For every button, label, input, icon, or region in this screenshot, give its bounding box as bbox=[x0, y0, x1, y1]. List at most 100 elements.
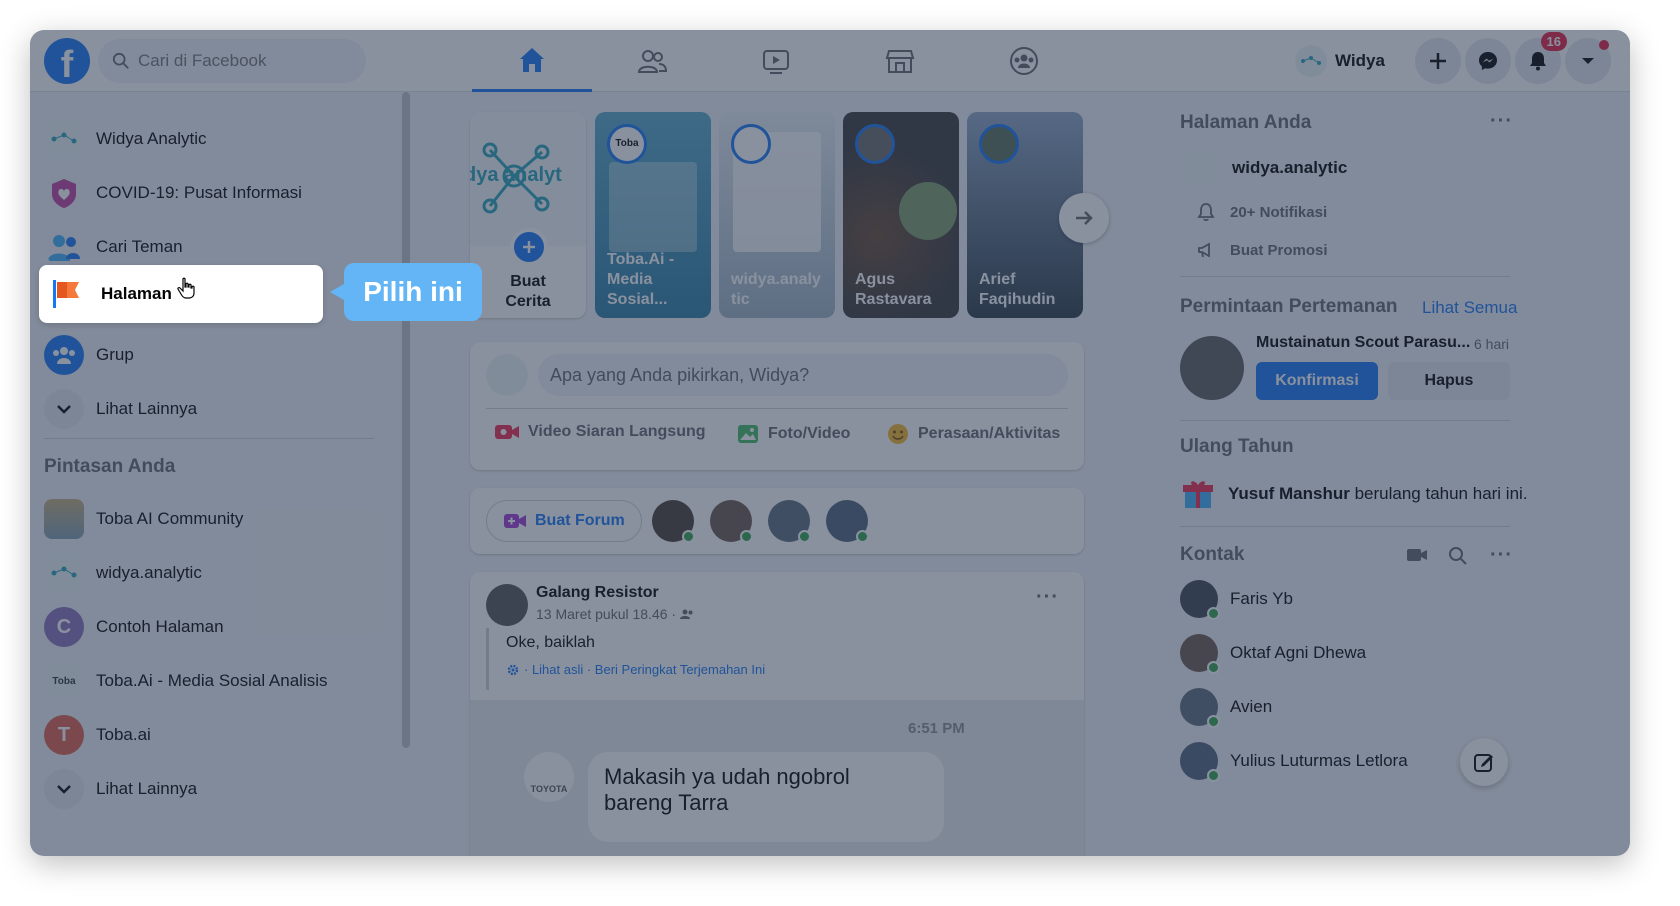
tab-groups[interactable] bbox=[964, 30, 1084, 92]
notifications-button[interactable]: 16 bbox=[1515, 32, 1567, 84]
shortcut-label: Toba.ai bbox=[96, 725, 151, 744]
right-divider bbox=[1180, 526, 1510, 527]
post-author-avatar[interactable] bbox=[486, 584, 528, 626]
story-name: Arief Faqihudin bbox=[979, 270, 1055, 310]
shortcut-item[interactable]: Toba AI Community bbox=[38, 492, 378, 546]
arrow-right-icon bbox=[1076, 211, 1093, 225]
search-box[interactable] bbox=[98, 39, 366, 83]
messenger-button[interactable] bbox=[1465, 38, 1511, 84]
confirm-button[interactable]: Konfirmasi bbox=[1256, 362, 1378, 400]
left-sidebar: Widya Analytic COVID-19: Pusat Informasi… bbox=[30, 92, 390, 856]
delete-button[interactable]: Hapus bbox=[1388, 362, 1510, 400]
contacts-search-button[interactable] bbox=[1448, 546, 1468, 571]
translation-links[interactable]: · Lihat asli · Beri Peringkat Terjemahan… bbox=[524, 662, 765, 677]
post-image[interactable]: 6:51 PM TOYOTA Makasih ya udah ngobrol b… bbox=[470, 700, 1084, 856]
chat-text-line: Makasih ya udah ngobrol bbox=[604, 764, 850, 789]
profile-chip[interactable]: Widya bbox=[1295, 42, 1385, 80]
plus-icon bbox=[523, 241, 535, 253]
video-camera-icon bbox=[1407, 549, 1427, 561]
bell-icon bbox=[1530, 52, 1546, 71]
story-card[interactable]: Agus Rastavara bbox=[843, 112, 959, 318]
sidebar-item-groups[interactable]: Grup bbox=[38, 328, 378, 382]
sidebar-item-covid[interactable]: COVID-19: Pusat Informasi bbox=[38, 166, 378, 220]
post-timestamp[interactable]: 13 Maret pukul 18.46 · bbox=[536, 606, 676, 622]
birthday-item[interactable]: Yusuf Manshur berulang tahun hari ini. bbox=[1180, 476, 1528, 512]
contact-item[interactable]: Faris Yb bbox=[1180, 580, 1293, 620]
facebook-logo[interactable]: f bbox=[44, 38, 90, 84]
post-text: Oke, baiklah bbox=[506, 634, 595, 651]
story-name: Toba.Ai - Media Sosial... bbox=[607, 250, 674, 310]
contact-name: Avien bbox=[1230, 697, 1273, 716]
requester-avatar[interactable] bbox=[1180, 336, 1244, 400]
shortcut-item[interactable]: T Toba.ai bbox=[38, 708, 378, 762]
sidebar-item-pages[interactable]: Halaman bbox=[39, 265, 323, 323]
create-forum-label: Buat Forum bbox=[535, 512, 625, 529]
shortcut-label: Toba.Ai - Media Sosial Analisis bbox=[96, 671, 328, 690]
birthday-name[interactable]: Yusuf Manshur bbox=[1228, 484, 1350, 503]
shortcut-item[interactable]: C Contoh Halaman bbox=[38, 600, 378, 654]
photo-video-button[interactable]: Foto/Video bbox=[736, 422, 850, 446]
sidebar-item-label: Halaman bbox=[101, 284, 172, 303]
composer-divider bbox=[486, 408, 1068, 409]
sidebar-item-profile[interactable]: Widya Analytic bbox=[38, 112, 378, 166]
your-page-item[interactable]: widya.analytic bbox=[1180, 148, 1347, 188]
tab-friends[interactable] bbox=[592, 30, 712, 92]
feeling-activity-button[interactable]: Perasaan/Aktivitas bbox=[886, 422, 1060, 446]
contacts-title: Kontak bbox=[1180, 544, 1245, 565]
account-menu-button[interactable] bbox=[1565, 38, 1611, 84]
post-author[interactable]: Galang Resistor bbox=[536, 584, 659, 602]
watch-icon bbox=[763, 50, 789, 74]
add-story-button[interactable] bbox=[510, 228, 548, 266]
create-story-card[interactable]: dya analyt Buat Cerita bbox=[470, 112, 586, 318]
tab-marketplace[interactable] bbox=[840, 30, 960, 92]
composer-avatar bbox=[486, 354, 528, 396]
gear-icon bbox=[507, 664, 519, 675]
shortcut-item[interactable]: widya.analytic bbox=[38, 546, 378, 600]
composer-input[interactable]: Apa yang Anda pikirkan, Widya? bbox=[538, 354, 1068, 396]
contact-item[interactable]: Yulius Luturmas Letlora bbox=[1180, 742, 1408, 782]
profile-name: Widya bbox=[1335, 51, 1385, 70]
contact-name: Oktaf Agni Dhewa bbox=[1230, 643, 1367, 662]
create-promotion-link[interactable]: Buat Promosi bbox=[1196, 240, 1328, 260]
online-indicator bbox=[682, 530, 695, 543]
tab-home[interactable] bbox=[472, 30, 592, 92]
new-room-button[interactable] bbox=[1406, 546, 1428, 569]
create-forum-button[interactable]: Buat Forum bbox=[486, 500, 642, 542]
friend-requests-title: Permintaan Pertemanan bbox=[1180, 296, 1398, 317]
post-options-button[interactable]: ··· bbox=[1036, 586, 1059, 609]
live-video-button[interactable]: Video Siaran Langsung bbox=[494, 422, 706, 442]
contact-item[interactable]: Avien bbox=[1180, 688, 1273, 728]
stories-next-button[interactable] bbox=[1059, 193, 1109, 243]
story-name-line: Agus bbox=[855, 271, 895, 288]
story-preview-image bbox=[609, 162, 697, 252]
story-card[interactable]: widya.analy tic bbox=[719, 112, 835, 318]
contact-item[interactable]: Oktaf Agni Dhewa bbox=[1180, 634, 1367, 674]
tab-watch[interactable] bbox=[716, 30, 836, 92]
contacts-options-button[interactable]: ··· bbox=[1490, 544, 1513, 567]
sidebar-see-more[interactable]: Lihat Lainnya bbox=[38, 382, 378, 436]
photo-icon bbox=[738, 425, 758, 443]
story-avatar bbox=[731, 124, 771, 164]
new-message-button[interactable] bbox=[1460, 738, 1508, 786]
search-input[interactable] bbox=[138, 51, 338, 71]
shortcuts-see-more[interactable]: Lihat Lainnya bbox=[38, 762, 378, 816]
facebook-window: f Widya bbox=[30, 30, 1630, 856]
requester-name[interactable]: Mustainatun Scout Parasu... bbox=[1256, 334, 1470, 352]
shortcut-item[interactable]: Toba Toba.Ai - Media Sosial Analisis bbox=[38, 654, 378, 708]
create-button[interactable] bbox=[1415, 38, 1461, 84]
story-avatar bbox=[855, 124, 895, 164]
story-name-line: Sosial... bbox=[607, 291, 668, 308]
story-card[interactable]: Toba Toba.Ai - Media Sosial... bbox=[595, 112, 711, 318]
sidebar-scrollbar[interactable] bbox=[402, 92, 410, 748]
pages-options-button[interactable]: ··· bbox=[1490, 110, 1513, 133]
toba-logo: Toba bbox=[44, 661, 84, 701]
chat-text-line: bareng Tarra bbox=[604, 790, 729, 815]
right-divider bbox=[1180, 420, 1510, 421]
contact-name: Faris Yb bbox=[1230, 589, 1293, 608]
page-notifications-link[interactable]: 20+ Notifikasi bbox=[1196, 202, 1327, 222]
see-all-link[interactable]: Lihat Semua bbox=[1422, 298, 1517, 318]
sidebar-item-label: Cari Teman bbox=[96, 237, 183, 256]
chat-bubble: Makasih ya udah ngobrol bareng Tarra bbox=[588, 752, 944, 842]
story-name: widya.analy tic bbox=[731, 270, 821, 310]
sidebar-item-label: COVID-19: Pusat Informasi bbox=[96, 183, 302, 202]
